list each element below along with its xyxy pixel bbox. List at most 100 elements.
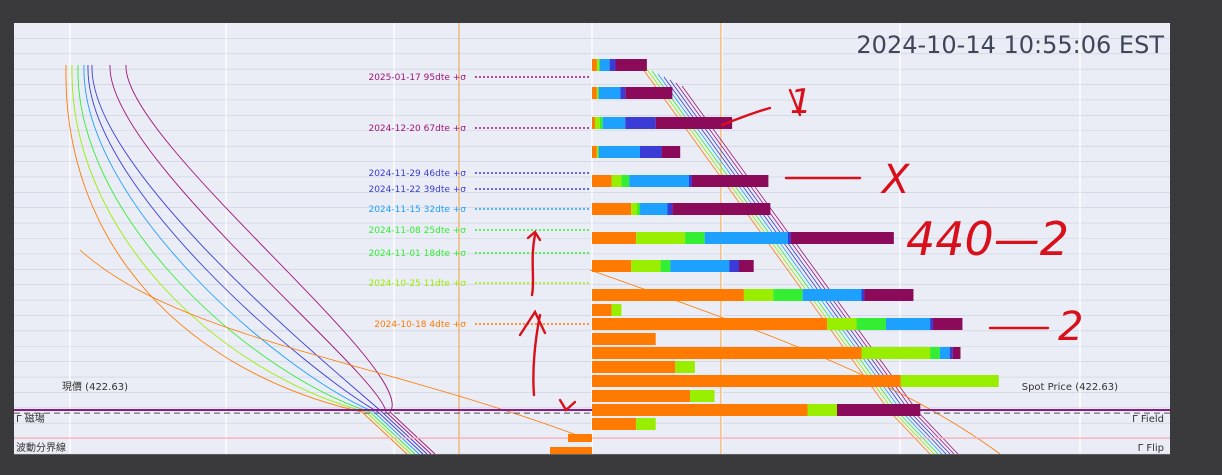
expiry-label: 2024-11-08 25dte +σ: [368, 226, 466, 236]
bar-segment: [631, 260, 661, 272]
bar-segment: [667, 203, 673, 215]
bar-segment: [675, 361, 695, 373]
bar-segment: [640, 203, 668, 215]
expiry-label: 2024-11-01 18dte +σ: [368, 249, 466, 259]
bar-segment: [596, 59, 599, 71]
bar-segment: [939, 347, 950, 359]
bar-segment: [655, 117, 733, 129]
bar-segment: [856, 318, 886, 330]
expiry-label: 2025-01-17 95dte +σ: [368, 73, 466, 83]
bar-segment: [743, 289, 774, 301]
flip-bar: [550, 447, 592, 454]
bar-segment: [631, 203, 638, 215]
bar-segment: [952, 347, 961, 359]
bar-segment: [837, 404, 921, 416]
bar-segment: [636, 418, 656, 430]
bar-segment: [685, 232, 705, 244]
bar-segment: [592, 59, 597, 71]
bar-segment: [807, 404, 837, 416]
bar-segment: [704, 232, 788, 244]
bar-segment: [592, 404, 808, 416]
bar-segment: [670, 260, 730, 272]
bar-segment: [637, 203, 641, 215]
bar-segment: [864, 289, 914, 301]
bar-segment: [599, 59, 610, 71]
bar-segment: [739, 260, 754, 272]
bar-segment: [615, 59, 647, 71]
flip-bar: [568, 434, 592, 442]
field-label-right: Γ Field: [1132, 414, 1164, 425]
bar-segment: [602, 117, 626, 129]
expiry-label: 2024-12-20 67dte +σ: [368, 124, 466, 134]
bar-segment: [594, 117, 600, 129]
spot-label-left: 現價 (422.63): [62, 380, 128, 393]
bar-segment: [592, 318, 828, 330]
bar-segment: [629, 175, 690, 187]
annotation-text: 440—2: [906, 212, 1069, 266]
bar-segment: [597, 146, 599, 158]
gamma-exposure-chart: 2025-01-17 95dte +σ 2024-12-20 67dte +σ 20…: [0, 0, 1222, 471]
annotation-text: X: [880, 157, 911, 203]
bar-segment: [729, 260, 739, 272]
bar-segment: [886, 318, 931, 330]
expiry-label: 2024-11-29 46dte +σ: [368, 169, 466, 179]
bar-segment: [802, 289, 862, 301]
flip-label-right: Γ Flip: [1138, 443, 1164, 454]
bar-segment: [933, 318, 963, 330]
bar-segment: [598, 146, 641, 158]
expiry-label: 2024-10-18 4dte +σ: [374, 320, 466, 330]
bar-segment: [599, 117, 603, 129]
bar-segment: [661, 146, 681, 158]
bar-segment: [592, 146, 597, 158]
bar-segment: [930, 318, 934, 330]
annotation-text: 1: [790, 82, 812, 122]
bar-segment: [592, 333, 656, 345]
bar-segment: [773, 289, 803, 301]
bar-segment: [861, 347, 931, 359]
expiry-label: 2024-10-25 11dte +σ: [368, 279, 466, 289]
bar-segment: [609, 59, 616, 71]
bar-segment: [592, 375, 901, 387]
bar-segment: [625, 117, 656, 129]
bar-segment: [592, 117, 595, 129]
bar-segment: [625, 87, 673, 99]
bar-segment: [596, 146, 598, 158]
expiry-label: 2024-11-15 32dte +σ: [368, 205, 466, 215]
bar-segment: [620, 87, 626, 99]
flip-label-left: 波動分界線: [16, 441, 66, 454]
bar-segment: [592, 390, 690, 402]
bar-segment: [592, 87, 597, 99]
chart-canvas: 2025-01-17 95dte +σ 2024-12-20 67dte +σ 20…: [14, 23, 1170, 455]
expiry-label: 2024-11-22 39dte +σ: [368, 185, 466, 195]
bar-segment: [949, 347, 953, 359]
bar-segment: [592, 289, 744, 301]
bar-segment: [827, 318, 857, 330]
bar-segment: [592, 361, 676, 373]
bar-segment: [691, 175, 769, 187]
bar-segment: [900, 375, 999, 387]
timestamp-label: 2024-10-14 10:55:06 EST: [856, 31, 1164, 59]
bar-segment: [592, 260, 632, 272]
bar-segment: [598, 59, 600, 71]
bar-segment: [640, 146, 662, 158]
bar-segment: [930, 347, 940, 359]
bar-segment: [592, 304, 612, 316]
spot-label-right: Spot Price (422.63): [1022, 382, 1118, 393]
bar-segment: [597, 87, 599, 99]
bar-segment: [611, 304, 622, 316]
field-label-left: Γ 磁場: [16, 412, 45, 425]
bar-segment: [672, 203, 771, 215]
bar-segment: [790, 232, 894, 244]
bar-segment: [861, 289, 865, 301]
bar-segment: [592, 418, 637, 430]
bar-segment: [611, 175, 622, 187]
bar-segment: [592, 232, 637, 244]
bar-segment: [636, 232, 686, 244]
bar-segment: [689, 175, 692, 187]
bar-segment: [660, 260, 671, 272]
bar-segment: [788, 232, 791, 244]
annotation-text: 2: [1058, 304, 1083, 350]
bar-segment: [592, 175, 612, 187]
bar-segment: [592, 347, 862, 359]
bar-segment: [592, 203, 632, 215]
